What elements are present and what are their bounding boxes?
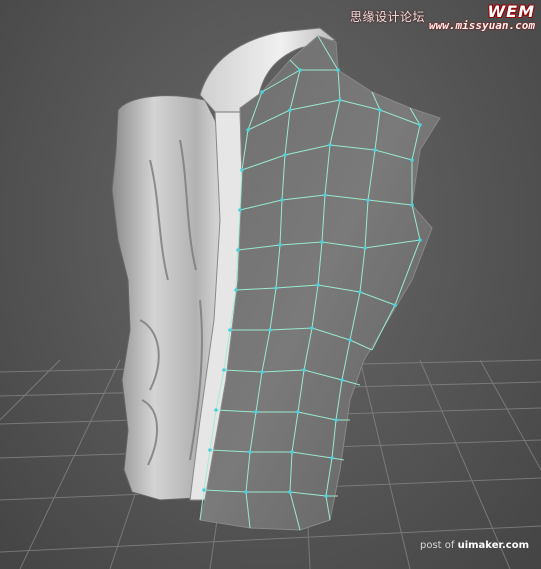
watermark-bottom-site: uimaker.com (457, 540, 529, 551)
watermark-brand: WEM (487, 2, 535, 21)
viewport-scene (0, 27, 541, 569)
watermark-logo: WEM www.missyuan.com (429, 4, 535, 32)
3d-viewport[interactable]: 思缘设计论坛 WEM www.missyuan.com post of uima… (0, 0, 541, 569)
watermark-domain: www.missyuan.com (429, 19, 535, 32)
watermark-cn-text: 思缘设计论坛 (350, 10, 426, 24)
watermark-top: 思缘设计论坛 WEM www.missyuan.com (350, 4, 535, 32)
watermark-bottom: post of uimaker.com (420, 540, 529, 551)
watermark-bottom-prefix: post of (419, 540, 455, 551)
